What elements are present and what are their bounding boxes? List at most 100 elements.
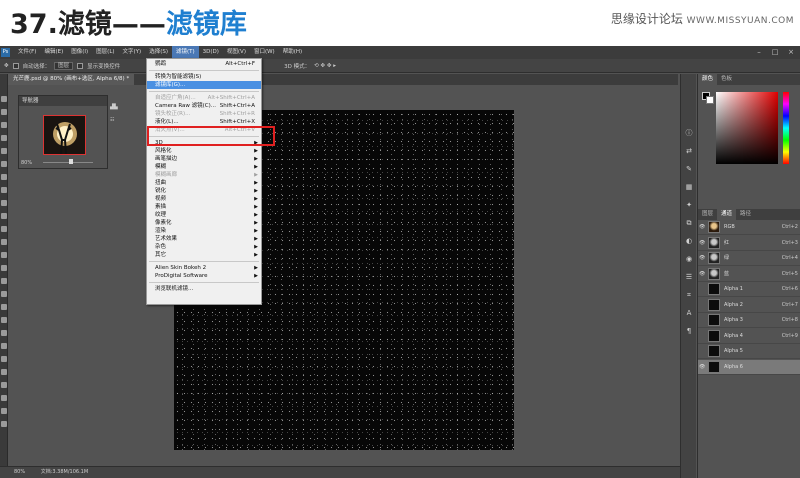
channel-row[interactable]: 👁 蓝 Ctrl+5 [698,267,800,282]
maximize-button[interactable]: □ [768,46,782,59]
filter-menu-item[interactable]: 滤镜库(G)... [147,81,261,89]
menu-4[interactable]: 文字(Y) [119,46,146,59]
filter-menu-item[interactable]: 转换为智能滤镜(S) [147,73,261,81]
panel-icon-3[interactable]: ▦ [684,182,694,192]
move-tool-icon[interactable]: ✥ [4,63,9,69]
auto-select-checkbox[interactable] [12,62,19,69]
filter-menu-item[interactable]: Alien Skin Bokeh 2 ▶ [147,264,261,272]
auto-select-dropdown[interactable]: 图层 [54,61,74,70]
tool-icon-6[interactable] [1,174,7,180]
histogram-icon[interactable]: ▟▙ [110,104,120,110]
tool-icon-9[interactable] [1,213,7,219]
visibility-eye-icon[interactable] [699,348,705,354]
filter-menu-item[interactable]: 风格化 ▶ [147,147,261,155]
filter-menu-item[interactable]: 视频 ▶ [147,195,261,203]
tool-icon-23[interactable] [1,395,7,401]
filter-menu-item[interactable]: ProDigital Software ▶ [147,272,261,280]
navigator-thumbnail[interactable] [43,115,86,155]
tool-icon-12[interactable] [1,252,7,258]
hue-slider[interactable] [783,92,789,164]
tool-icon-3[interactable] [1,135,7,141]
navigator-slider-knob[interactable] [69,159,73,164]
visibility-eye-icon[interactable]: 👁 [699,364,705,370]
filter-menu-item[interactable]: 像素化 ▶ [147,219,261,227]
filter-menu-item[interactable]: 模糊 ▶ [147,163,261,171]
channel-row[interactable]: Alpha 1 Ctrl+6 [698,282,800,297]
tool-icon-25[interactable] [1,421,7,427]
channel-row[interactable]: Alpha 4 Ctrl+9 [698,329,800,344]
visibility-eye-icon[interactable] [699,333,705,339]
navigator-zoom[interactable]: 80% [21,160,32,166]
filter-menu-item[interactable]: 浏览联机滤镜... [147,285,261,293]
tool-icon-8[interactable] [1,200,7,206]
visibility-eye-icon[interactable] [699,302,705,308]
panel-icon-5[interactable]: ⧉ [684,218,694,228]
document-tab[interactable]: 光芒鹿.psd @ 80% (画布+选区, Alpha 6/8) * [8,74,135,85]
filter-menu-item[interactable]: 扭曲 ▶ [147,179,261,187]
visibility-eye-icon[interactable]: 👁 [699,255,705,261]
menu-1[interactable]: 编辑(E) [40,46,67,59]
channel-row[interactable]: 👁 红 Ctrl+3 [698,236,800,251]
visibility-eye-icon[interactable] [699,286,705,292]
color-picker-field[interactable] [716,92,778,164]
menu-2[interactable]: 图像(I) [67,46,92,59]
color-panel-tab[interactable]: 色板 [717,74,736,85]
tool-icon-17[interactable] [1,317,7,323]
panel-icon-8[interactable]: ☰ [684,272,694,282]
channels-panel-tab[interactable]: 路径 [736,209,755,220]
filter-menu-item[interactable]: 3D ▶ [147,139,261,147]
panel-icon-7[interactable]: ◉ [684,254,694,264]
channels-panel-tab[interactable]: 图层 [698,209,717,220]
color-panel-tab[interactable]: 颜色 [698,74,718,85]
panel-icon-10[interactable]: A [684,308,694,318]
tool-icon-21[interactable] [1,369,7,375]
tool-icon-16[interactable] [1,304,7,310]
minimize-button[interactable]: – [752,46,766,59]
filter-menu-item[interactable]: 素描 ▶ [147,203,261,211]
menu-3[interactable]: 图层(L) [92,46,118,59]
navigator-zoom-slider[interactable] [43,162,93,163]
filter-menu-item[interactable]: Camera Raw 滤镜(C)... Shift+Ctrl+A [147,102,261,110]
channel-row[interactable]: Alpha 3 Ctrl+8 [698,313,800,328]
tool-icon-5[interactable] [1,161,7,167]
tool-icon-10[interactable] [1,226,7,232]
filter-menu-item[interactable]: 锐化 ▶ [147,187,261,195]
tool-icon-19[interactable] [1,343,7,349]
visibility-eye-icon[interactable]: 👁 [699,224,705,230]
panel-icon-11[interactable]: ¶ [684,326,694,336]
menu-10[interactable]: 帮助(H) [279,46,306,59]
properties-icon[interactable]: ☷ [110,117,120,123]
tool-icon-7[interactable] [1,187,7,193]
filter-menu-item[interactable]: 鹦鹉 Alt+Ctrl+F [147,60,261,68]
tool-icon-11[interactable] [1,239,7,245]
tool-icon-4[interactable] [1,148,7,154]
status-zoom[interactable]: 80% [14,469,25,475]
tool-icon-20[interactable] [1,356,7,362]
panel-icon-4[interactable]: ✦ [684,200,694,210]
visibility-eye-icon[interactable] [699,317,705,323]
channels-panel-tab[interactable]: 通道 [717,209,737,220]
menu-0[interactable]: 文件(F) [14,46,40,59]
filter-menu-item[interactable]: 画笔描边 ▶ [147,155,261,163]
tool-icon-15[interactable] [1,291,7,297]
panel-icon-1[interactable]: ⇄ [684,146,694,156]
panel-icon-2[interactable]: ✎ [684,164,694,174]
show-transform-checkbox[interactable] [77,62,84,69]
channel-row[interactable]: 👁 RGB Ctrl+2 [698,220,800,235]
tool-icon-18[interactable] [1,330,7,336]
channel-row[interactable]: 👁 Alpha 6 [698,359,800,375]
tool-icon-22[interactable] [1,382,7,388]
tool-icon-2[interactable] [1,122,7,128]
background-color[interactable] [706,96,714,104]
channel-row[interactable]: 👁 绿 Ctrl+4 [698,251,800,266]
channel-row[interactable]: Alpha 2 Ctrl+7 [698,298,800,313]
tool-icon-24[interactable] [1,408,7,414]
panel-icon-9[interactable]: ⌗ [684,290,694,300]
filter-menu-item[interactable]: 杂色 ▶ [147,243,261,251]
tool-icon-14[interactable] [1,278,7,284]
visibility-eye-icon[interactable]: 👁 [699,240,705,246]
mode-3d-icons[interactable]: ⟲ ✥ ✥ ▸ [314,63,336,69]
tool-icon-13[interactable] [1,265,7,271]
visibility-eye-icon[interactable]: 👁 [699,271,705,277]
tool-icon-1[interactable] [1,109,7,115]
